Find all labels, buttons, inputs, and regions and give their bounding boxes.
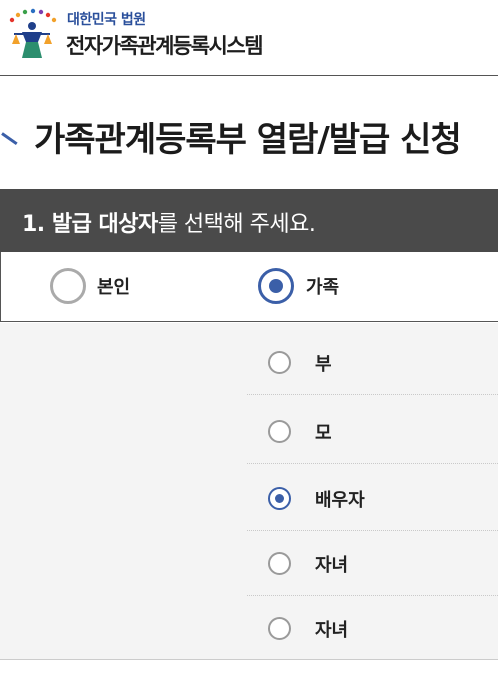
option-label[interactable]: 자녀 — [315, 551, 348, 577]
system-name[interactable]: 전자가족관계등록시스템 — [66, 30, 264, 60]
site-header: 대한민국 법원 전자가족관계등록시스템 — [0, 0, 498, 76]
section-title-strong: 1. 발급 대상자 — [22, 212, 158, 237]
court-logo-icon[interactable] — [4, 6, 64, 62]
radio-family[interactable] — [258, 268, 294, 304]
section-title: 1. 발급 대상자를 선택해 주세요. — [22, 206, 316, 238]
option-label[interactable]: 자녀 — [315, 616, 348, 642]
title-marker-icon — [1, 132, 18, 146]
family-option-mother[interactable]: 모 — [247, 399, 498, 464]
radio-child-1[interactable] — [268, 552, 291, 575]
option-label[interactable]: 모 — [315, 419, 332, 445]
option-label[interactable]: 부 — [315, 350, 332, 376]
page-title: 가족관계등록부 열람/발급 신청 — [34, 120, 462, 160]
family-option-child-2[interactable]: 자녀 — [247, 596, 498, 661]
page-title-row: 가족관계등록부 열람/발급 신청 — [0, 110, 498, 160]
radio-family-label[interactable]: 가족 — [306, 273, 339, 299]
radio-spouse[interactable] — [268, 487, 291, 510]
family-option-spouse[interactable]: 배우자 — [247, 466, 498, 531]
org-name: 대한민국 법원 — [67, 12, 146, 28]
radio-father[interactable] — [268, 351, 291, 374]
family-options-panel: 부 모 배우자 자녀 자녀 — [0, 323, 498, 660]
family-option-father[interactable]: 부 — [247, 330, 498, 395]
radio-self[interactable] — [50, 268, 86, 304]
radio-self-label[interactable]: 본인 — [97, 273, 130, 299]
section-title-suffix: 를 선택해 주세요. — [157, 212, 316, 237]
radio-mother[interactable] — [268, 420, 291, 443]
family-option-child-1[interactable]: 자녀 — [247, 531, 498, 596]
target-radio-group: 본인 가족 — [0, 252, 498, 322]
section-header: 1. 발급 대상자를 선택해 주세요. — [0, 189, 498, 252]
option-label[interactable]: 배우자 — [315, 486, 365, 512]
radio-child-2[interactable] — [268, 617, 291, 640]
